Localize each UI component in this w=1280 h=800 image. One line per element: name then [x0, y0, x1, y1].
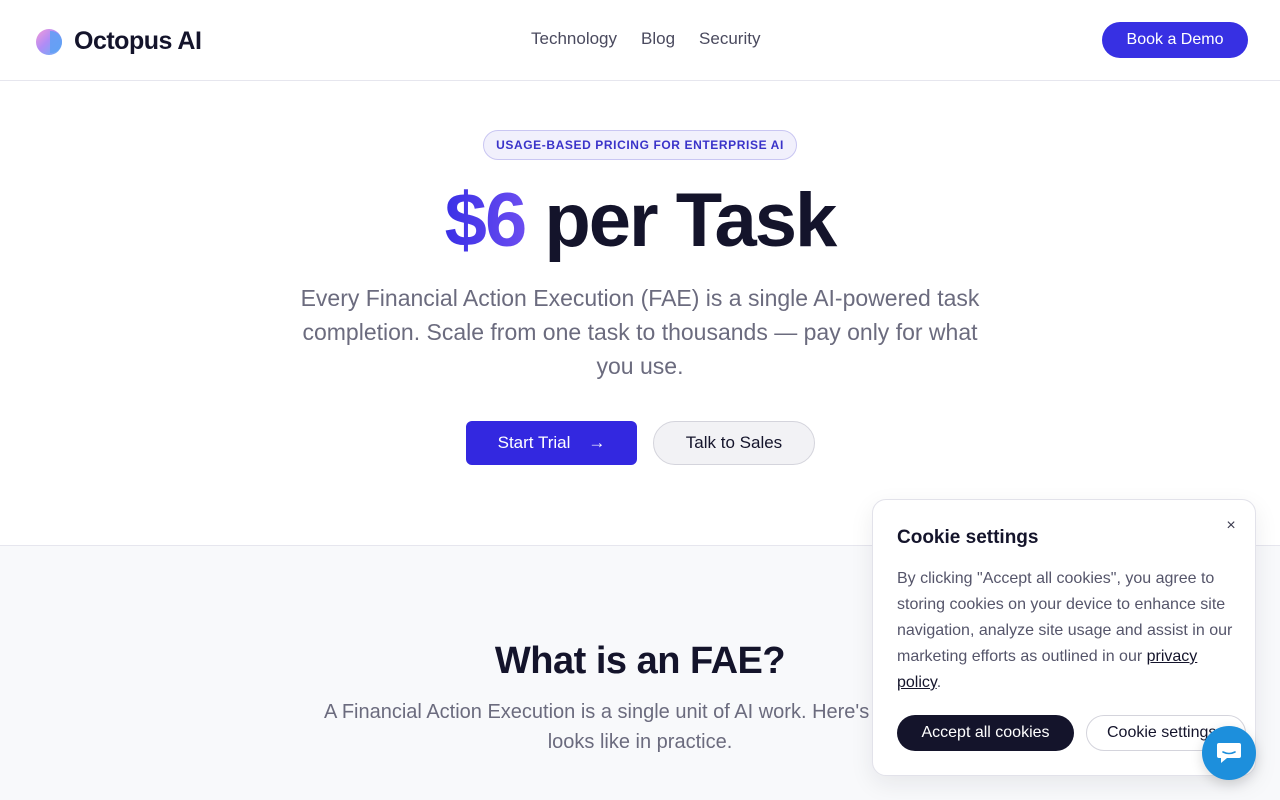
hero-subtitle: Every Financial Action Execution (FAE) i… [300, 285, 980, 379]
arrow-right-icon: → [588, 433, 606, 452]
octopus-logo-icon [36, 28, 62, 55]
hero-section: USAGE-BASED PRICING FOR ENTERPRISE AI $6… [0, 81, 1280, 546]
main-nav: Technology Blog Security [531, 29, 760, 49]
logo[interactable]: Octopus AI [36, 27, 202, 56]
cookie-banner: × Cookie settings By clicking "Accept al… [872, 499, 1256, 776]
pricing-badge: USAGE-BASED PRICING FOR ENTERPRISE AI [483, 130, 797, 160]
talk-to-sales-button[interactable]: Talk to Sales [653, 421, 815, 465]
start-trial-button[interactable]: Start Trial → [466, 421, 637, 465]
hero-actions: Start Trial → Talk to Sales [466, 421, 815, 465]
accept-cookies-button[interactable]: Accept all cookies [897, 715, 1074, 751]
hero-price: $6 [444, 178, 528, 263]
cookie-title: Cookie settings [897, 527, 1039, 548]
nav-security[interactable]: Security [699, 29, 760, 49]
chat-icon [1217, 743, 1241, 763]
start-trial-label: Start Trial [497, 433, 571, 452]
book-demo-button[interactable]: Book a Demo [1102, 22, 1248, 58]
site-header: Octopus AI Technology Blog Security Book… [0, 0, 1280, 81]
logo-text: Octopus AI [74, 27, 202, 55]
cookie-text-end: . [936, 674, 942, 691]
chat-launcher[interactable] [1202, 726, 1256, 780]
nav-blog[interactable]: Blog [641, 29, 675, 49]
hero-title: $6 per Task [0, 179, 1280, 263]
cookie-text: By clicking "Accept all cookies", you ag… [897, 566, 1237, 696]
close-icon[interactable]: × [1223, 518, 1239, 534]
hero-title-rest: per Task [544, 178, 837, 263]
nav-technology[interactable]: Technology [531, 29, 617, 49]
